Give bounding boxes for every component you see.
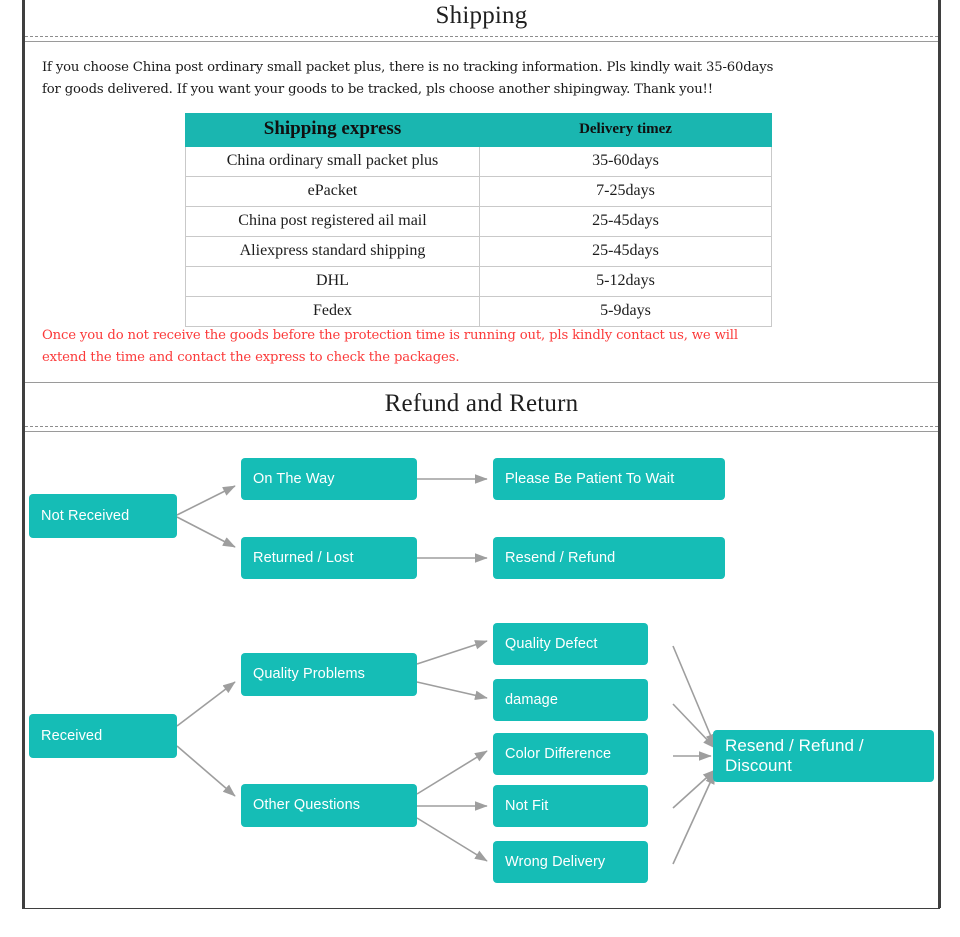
shipping-section-title: Shipping — [435, 2, 528, 29]
shipping-intro-text: If you choose China post ordinary small … — [42, 60, 774, 97]
table-cell-express: Fedex — [185, 296, 480, 327]
node-returned-lost[interactable]: Returned / Lost — [241, 537, 417, 579]
node-on-the-way[interactable]: On The Way — [241, 458, 417, 500]
table-cell-express: Aliexpress standard shipping — [185, 236, 480, 267]
table-row: China ordinary small packet plus 35-60da… — [185, 146, 772, 177]
table-cell-express: ePacket — [185, 176, 480, 207]
table-header-delivery-time: Delivery timez — [479, 113, 772, 147]
shipping-express-table: Shipping express Delivery timez China or… — [185, 113, 772, 327]
table-row: Aliexpress standard shipping 25-45days — [185, 236, 772, 267]
table-cell-time: 7-25days — [479, 176, 772, 207]
node-received[interactable]: Received — [29, 714, 177, 758]
table-cell-time: 35-60days — [479, 146, 772, 177]
node-please-be-patient-to-wait[interactable]: Please Be Patient To Wait — [493, 458, 725, 500]
table-cell-express: DHL — [185, 266, 480, 297]
node-damage[interactable]: damage — [493, 679, 648, 721]
table-row: DHL 5-12days — [185, 266, 772, 297]
refund-section-title: Refund and Return — [384, 390, 579, 417]
node-not-fit[interactable]: Not Fit — [493, 785, 648, 827]
table-cell-time: 25-45days — [479, 236, 772, 267]
refund-flowchart: Not Received On The Way Returned / Lost … — [25, 436, 938, 908]
table-row: China post registered ail mail 25-45days — [185, 206, 772, 237]
node-not-received[interactable]: Not Received — [29, 494, 177, 538]
table-row: Fedex 5-9days — [185, 296, 772, 327]
node-resend-refund-discount[interactable]: Resend / Refund / Discount — [713, 730, 934, 782]
node-wrong-delivery[interactable]: Wrong Delivery — [493, 841, 648, 883]
node-quality-problems[interactable]: Quality Problems — [241, 653, 417, 696]
shipping-section-end-divider — [25, 382, 938, 383]
node-quality-defect[interactable]: Quality Defect — [493, 623, 648, 665]
refund-title-solid-divider — [25, 431, 938, 432]
table-cell-time: 5-12days — [479, 266, 772, 297]
table-header-row: Shipping express Delivery timez — [185, 113, 772, 147]
table-row: ePacket 7-25days — [185, 176, 772, 207]
shipping-title-solid-divider — [25, 41, 938, 42]
shipping-refund-infographic: Shipping If you choose China post ordina… — [0, 0, 960, 937]
node-other-questions[interactable]: Other Questions — [241, 784, 417, 827]
table-header-shipping-express: Shipping express — [185, 113, 480, 147]
shipping-title-dashed-divider — [25, 36, 938, 37]
shipping-warning-text: Once you do not receive the goods before… — [42, 328, 738, 365]
table-cell-express: China post registered ail mail — [185, 206, 480, 237]
table-cell-express: China ordinary small packet plus — [185, 146, 480, 177]
node-resend-refund[interactable]: Resend / Refund — [493, 537, 725, 579]
table-cell-time: 25-45days — [479, 206, 772, 237]
refund-title-dashed-divider — [25, 426, 938, 427]
node-color-difference[interactable]: Color Difference — [493, 733, 648, 775]
table-cell-time: 5-9days — [479, 296, 772, 327]
frame-rail-right — [938, 0, 941, 908]
